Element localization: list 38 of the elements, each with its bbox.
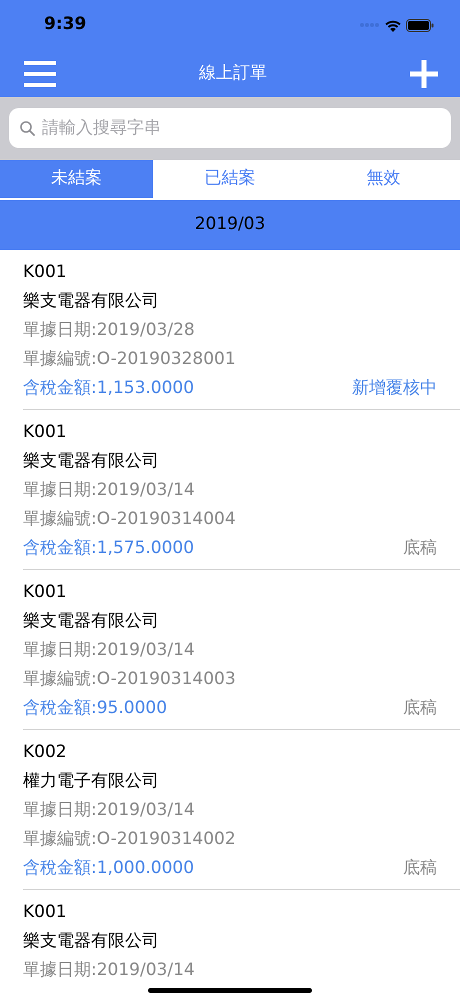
company-name: 樂支電器有限公司 bbox=[23, 290, 160, 313]
company-name: 權力電子有限公司 bbox=[23, 770, 160, 793]
order-amount: 含稅金額:1,153.0000 bbox=[23, 377, 194, 400]
section-header: 2019/03 bbox=[194, 213, 266, 236]
order-amount: 含稅金額:95.0000 bbox=[23, 697, 168, 720]
wifi-icon bbox=[384, 18, 402, 32]
customer-code: K001 bbox=[23, 581, 68, 604]
order-date: 單據日期:2019/03/14 bbox=[23, 959, 196, 982]
menu-icon[interactable] bbox=[24, 60, 56, 86]
tab[interactable]: 未結案 bbox=[0, 160, 154, 198]
customer-code: K001 bbox=[23, 261, 68, 284]
customer-code: K002 bbox=[23, 741, 68, 764]
order-status: 底稿 bbox=[403, 857, 437, 880]
order-number: 單據編號:O-20190314004 bbox=[23, 508, 237, 531]
order-amount: 含稅金額:1,575.0000 bbox=[23, 537, 194, 560]
order-number: 單據編號:O-20190314002 bbox=[23, 828, 237, 851]
customer-code: K001 bbox=[23, 901, 68, 924]
customer-code: K001 bbox=[23, 421, 68, 444]
company-name: 樂支電器有限公司 bbox=[23, 610, 160, 633]
order-number: 單據編號:O-20190314003 bbox=[23, 668, 237, 691]
order-date: 單據日期:2019/03/14 bbox=[23, 479, 196, 502]
order-date: 單據日期:2019/03/14 bbox=[23, 639, 196, 662]
order-status: 底稿 bbox=[403, 697, 437, 720]
order-amount: 含稅金額:1,000.0000 bbox=[23, 857, 194, 880]
company-name: 樂支電器有限公司 bbox=[23, 450, 160, 473]
add-icon[interactable] bbox=[410, 60, 438, 88]
search-field[interactable]: 請輸入搜尋字串 bbox=[9, 108, 451, 148]
order-status: 底稿 bbox=[403, 537, 437, 560]
order-date: 單據日期:2019/03/28 bbox=[23, 319, 196, 342]
company-name: 樂支電器有限公司 bbox=[23, 930, 160, 953]
battery-icon bbox=[406, 18, 434, 32]
order-date: 單據日期:2019/03/14 bbox=[23, 799, 196, 822]
status-time: 9:39 bbox=[44, 13, 86, 36]
order-status: 新增覆核中 bbox=[352, 377, 437, 400]
search-icon bbox=[20, 121, 35, 136]
order-number: 單據編號:O-20190328001 bbox=[23, 348, 237, 371]
signal-icon bbox=[360, 22, 380, 28]
nav-title: 線上訂單 bbox=[199, 62, 267, 85]
